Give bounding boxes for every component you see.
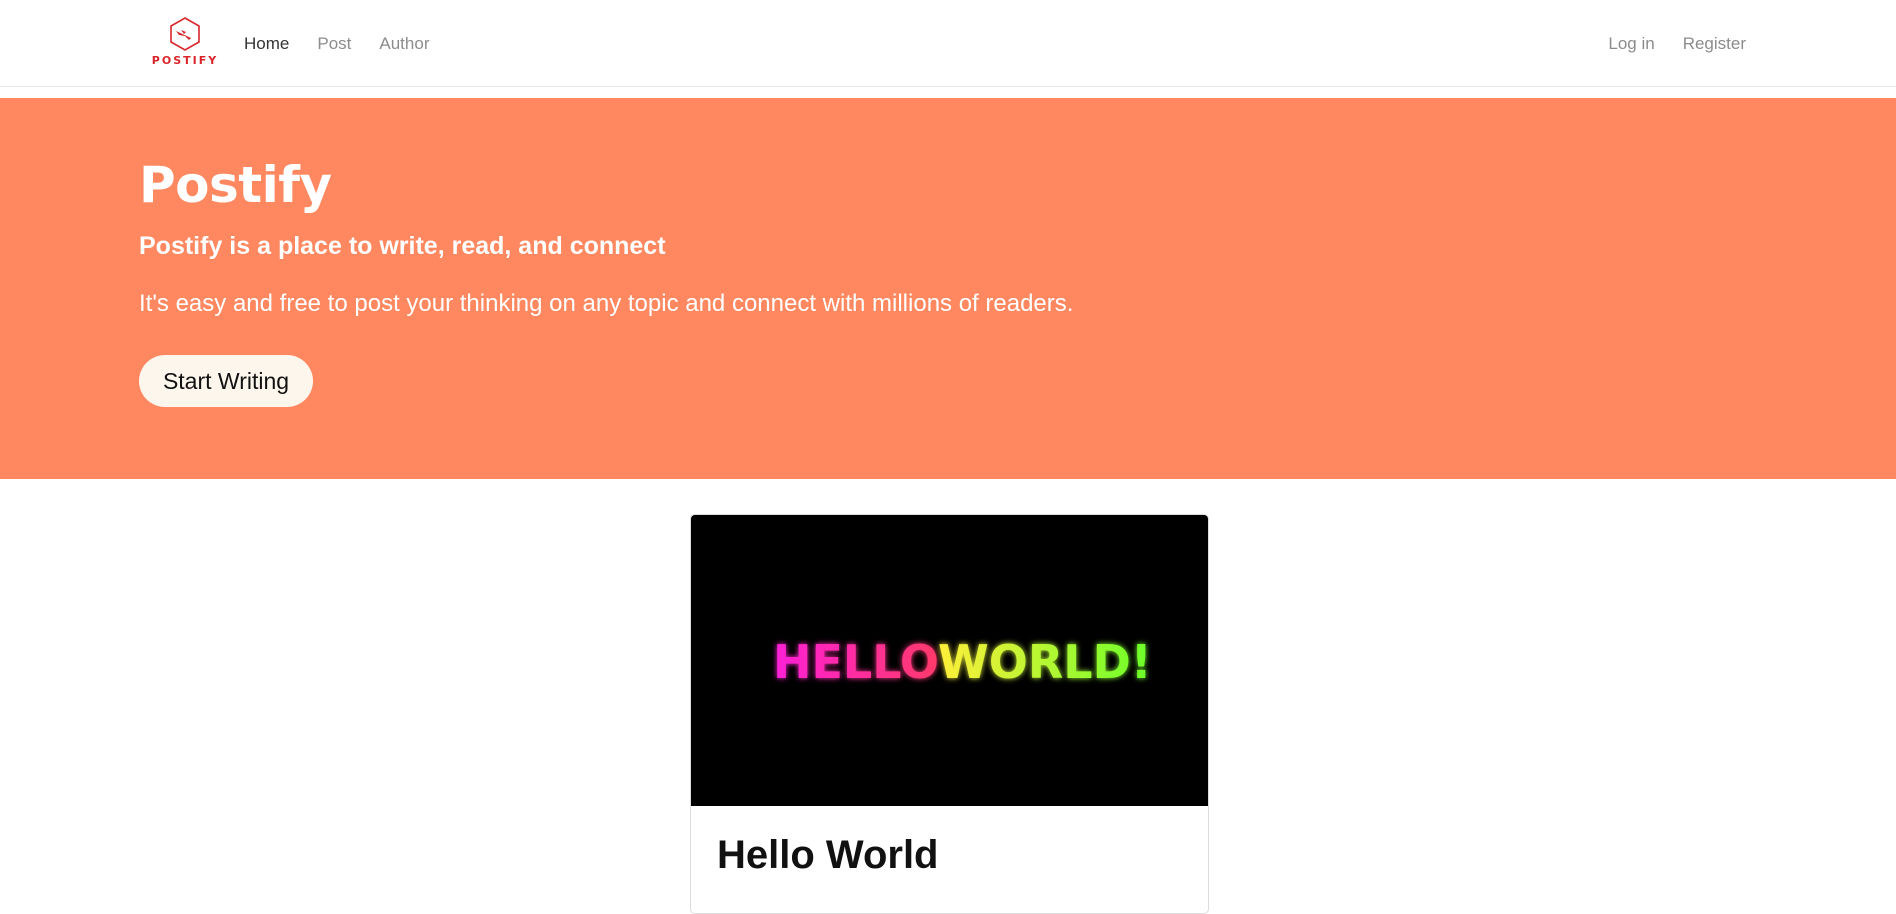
nav-link-post[interactable]: Post — [317, 34, 351, 54]
login-link[interactable]: Log in — [1608, 34, 1654, 54]
hero-title: Postify — [139, 156, 332, 214]
postify-logo-icon — [170, 17, 200, 51]
image-text-world: WORLD! — [938, 635, 1152, 689]
auth-nav: Log in Register — [1580, 0, 1746, 87]
post-image[interactable]: HELLO WORLD! — [691, 515, 1208, 806]
main-nav: Home Post Author — [244, 0, 457, 87]
nav-link-home[interactable]: Home — [244, 34, 289, 54]
brand-logo-link[interactable]: POSTIFY — [150, 16, 220, 70]
hello-world-neon-image: HELLO WORLD! — [773, 635, 1152, 689]
image-text-hello: HELLO — [773, 635, 939, 689]
navbar: POSTIFY Home Post Author Log in Register — [0, 0, 1896, 87]
hero-description: It's easy and free to post your thinking… — [139, 290, 1074, 317]
hero-banner: Postify Postify is a place to write, rea… — [0, 98, 1896, 479]
post-title[interactable]: Hello World — [717, 833, 938, 878]
brand-name: POSTIFY — [151, 54, 219, 67]
hero-subtitle: Postify is a place to write, read, and c… — [139, 232, 666, 260]
nav-link-author[interactable]: Author — [379, 34, 429, 54]
start-writing-button[interactable]: Start Writing — [139, 355, 313, 407]
register-link[interactable]: Register — [1683, 34, 1746, 54]
post-card[interactable]: HELLO WORLD! Hello World — [690, 514, 1209, 914]
